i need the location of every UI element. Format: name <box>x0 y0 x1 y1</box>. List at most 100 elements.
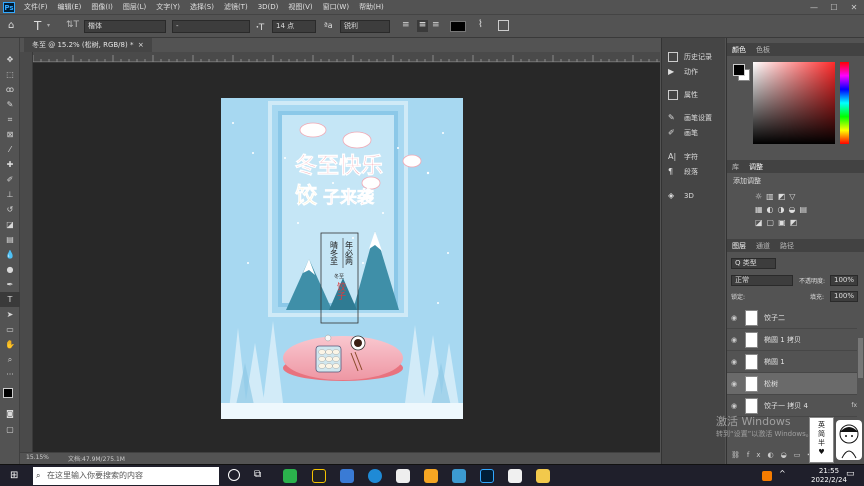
zoom-level[interactable]: 15.15% <box>26 454 49 461</box>
blur-tool-icon[interactable]: 💧 <box>0 247 20 262</box>
layer-filter-kind[interactable]: Q 类型 <box>731 258 776 269</box>
dodge-tool-icon[interactable]: ● <box>0 262 20 277</box>
path-select-tool-icon[interactable]: ➤ <box>0 307 20 322</box>
crop-tool-icon[interactable]: ⌗ <box>0 112 20 127</box>
maximize-button[interactable]: ☐ <box>824 3 844 12</box>
visibility-eye-icon[interactable]: ◉ <box>727 336 741 344</box>
rectangle-tool-icon[interactable]: ▭ <box>0 322 20 337</box>
align-left-icon[interactable]: ≡ <box>402 20 410 30</box>
color-picker-field[interactable] <box>753 62 835 144</box>
history-brush-tool-icon[interactable]: ↺ <box>0 202 20 217</box>
type-tool-icon[interactable]: T <box>0 292 20 307</box>
photo-app-icon[interactable] <box>452 469 466 483</box>
font-style-select[interactable]: - <box>172 20 250 33</box>
layer-row-selected[interactable]: ◉ 松树 <box>727 373 857 395</box>
quick-mask-icon[interactable]: ◙ <box>0 406 20 421</box>
adjustment-icons[interactable]: ☼▥◩▽ ▦◐◑◒▤ ◪▢▣◩ <box>755 190 825 232</box>
eraser-tool-icon[interactable]: ◪ <box>0 217 20 232</box>
document-tab[interactable]: 冬至 @ 15.2% (松树, RGB/8) * × <box>24 38 152 52</box>
tray-app-icon[interactable] <box>762 471 772 481</box>
text-color-swatch[interactable] <box>450 21 466 32</box>
poster-canvas[interactable]: 冬至快乐 饺 子来袭 年必两 晴冬至 冬至 饺子 <box>33 63 660 452</box>
layer-row[interactable]: ◉ 饺子二 <box>727 307 857 329</box>
menu-view[interactable]: 视图(V) <box>283 2 317 12</box>
tab-libraries[interactable]: 库 <box>727 162 744 172</box>
clock[interactable]: 21:55 2022/2/24 <box>811 467 847 485</box>
close-button[interactable]: ✕ <box>844 3 864 12</box>
gradient-tool-icon[interactable]: ▤ <box>0 232 20 247</box>
align-right-icon[interactable]: ≡ <box>432 20 440 30</box>
move-tool-icon[interactable]: ✥ <box>0 52 20 67</box>
more-tools-icon[interactable]: ··· <box>0 367 20 382</box>
character-panel-button[interactable]: A| 字符 <box>668 151 698 163</box>
minimize-button[interactable]: — <box>804 3 824 12</box>
menu-edit[interactable]: 编辑(E) <box>53 2 87 12</box>
ime-sticker[interactable]: 英 简 半 ♥ <box>809 417 834 463</box>
lasso-tool-icon[interactable]: ꝏ <box>0 82 20 97</box>
layer-row[interactable]: ◉ 饺子一 拷贝 4 fx <box>727 395 857 417</box>
menu-select[interactable]: 选择(S) <box>185 2 219 12</box>
hue-slider[interactable] <box>840 62 849 144</box>
tab-swatches[interactable]: 色板 <box>751 45 775 55</box>
visibility-eye-icon[interactable]: ◉ <box>727 314 741 322</box>
marquee-tool-icon[interactable]: ⬚ <box>0 67 20 82</box>
task-view-icon[interactable]: ⧉ <box>254 469 261 480</box>
document-icon[interactable] <box>508 469 522 483</box>
quick-select-tool-icon[interactable]: ✎ <box>0 97 20 112</box>
browser-icon[interactable] <box>424 469 438 483</box>
brush-tool-icon[interactable]: ✐ <box>0 172 20 187</box>
edge-browser-icon[interactable] <box>368 469 382 483</box>
home-icon[interactable]: ⌂ <box>8 20 14 31</box>
tab-adjustments[interactable]: 调整 <box>744 162 768 172</box>
layer-row[interactable]: ◉ 椭圆 1 <box>727 351 857 373</box>
anti-alias-select[interactable]: 锐利 <box>340 20 390 33</box>
cortana-icon[interactable] <box>228 469 240 481</box>
fill-field[interactable]: 100% <box>830 291 858 302</box>
close-tab-icon[interactable]: × <box>138 41 144 49</box>
zoom-tool-icon[interactable]: ⌕ <box>0 352 20 367</box>
brush-settings-panel-button[interactable]: ✎ 画笔设置 <box>668 112 712 124</box>
file-explorer-icon[interactable] <box>536 469 550 483</box>
blend-mode-select[interactable]: 正常 <box>731 275 793 286</box>
layer-row[interactable]: ◉ 椭圆 1 拷贝 <box>727 329 857 351</box>
font-family-select[interactable]: 楷体 <box>84 20 166 33</box>
panda-app-icon[interactable] <box>396 469 410 483</box>
menu-layer[interactable]: 图层(L) <box>118 2 151 12</box>
foreground-color-chip[interactable] <box>733 64 745 76</box>
screen-mode-icon[interactable]: ▢ <box>0 422 20 437</box>
tab-channels[interactable]: 通道 <box>751 241 775 251</box>
windows-start-icon[interactable]: ⊞ <box>10 470 18 481</box>
frame-tool-icon[interactable]: ⊠ <box>0 127 20 142</box>
panels-toggle-icon[interactable] <box>498 20 509 31</box>
menu-image[interactable]: 图像(I) <box>86 2 118 12</box>
menu-window[interactable]: 窗口(W) <box>318 2 354 12</box>
3d-panel-button[interactable]: ◈ 3D <box>668 190 694 202</box>
tray-chevron-icon[interactable]: ^ <box>779 469 786 478</box>
chevron-down-icon[interactable]: ▾ <box>47 22 50 29</box>
orientation-toggle-icon[interactable]: ⇅T <box>66 20 79 30</box>
opacity-field[interactable]: 100% <box>830 275 858 286</box>
actions-panel-button[interactable]: ▶ 动作 <box>668 66 698 78</box>
paragraph-panel-button[interactable]: ¶ 段落 <box>668 166 698 178</box>
qq-icon[interactable] <box>312 469 326 483</box>
hand-tool-icon[interactable]: ✋ <box>0 337 20 352</box>
canvas-area[interactable]: 冬至快乐 饺 子来袭 年必两 晴冬至 冬至 饺子 <box>33 63 660 452</box>
visibility-eye-icon[interactable]: ◉ <box>727 380 741 388</box>
tab-paths[interactable]: 路径 <box>775 241 799 251</box>
clone-stamp-tool-icon[interactable]: ⊥ <box>0 187 20 202</box>
menu-3d[interactable]: 3D(D) <box>253 3 284 11</box>
foreground-color-swatch[interactable] <box>3 388 13 398</box>
menu-filter[interactable]: 滤镜(T) <box>219 2 253 12</box>
effects-fx-icon[interactable]: fx <box>851 402 857 409</box>
taskbar-search[interactable]: ⌕ 在这里输入你要搜索的内容 <box>33 467 219 485</box>
wechat-icon[interactable] <box>283 469 297 483</box>
brush-panel-button[interactable]: ✐ 画笔 <box>668 127 698 139</box>
menu-help[interactable]: 帮助(H) <box>354 2 389 12</box>
type-tool-icon[interactable]: T <box>34 19 41 33</box>
history-panel-button[interactable]: 历史记录 <box>668 51 712 63</box>
tab-layers[interactable]: 图层 <box>727 241 751 251</box>
properties-panel-button[interactable]: 属性 <box>668 89 698 101</box>
visibility-eye-icon[interactable]: ◉ <box>727 402 741 410</box>
layers-scrollbar[interactable] <box>858 338 863 378</box>
menu-file[interactable]: 文件(F) <box>19 2 53 12</box>
